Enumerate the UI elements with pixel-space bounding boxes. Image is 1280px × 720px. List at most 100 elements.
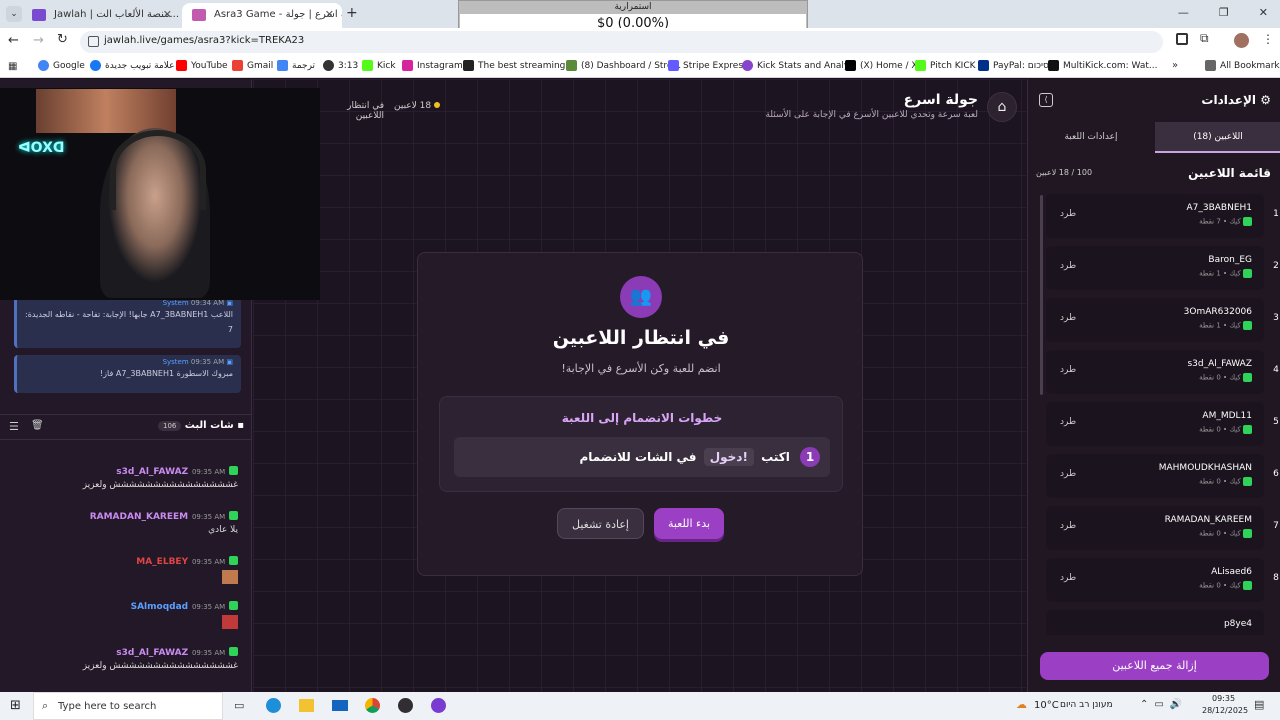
stripe-icon — [668, 60, 679, 71]
tab-label: Asra3 Game - جولة اسرع | جولة — [214, 9, 342, 20]
streaming-icon — [463, 60, 474, 71]
restart-button[interactable]: إعادة تشغيل — [557, 508, 644, 539]
chat-message: RAMADAN_KAREEM 09:35 AM يلا عادي — [89, 511, 238, 535]
new-tab-button[interactable]: + — [346, 5, 358, 21]
all-bookmarks[interactable]: All Bookmarks — [1205, 60, 1280, 71]
bookmark-streaming[interactable]: The best streaming... — [463, 60, 574, 71]
collapse-panel-icon[interactable]: ⟨ — [1039, 93, 1053, 107]
weather-text: מעונן רב היום — [1060, 700, 1113, 710]
chrome-icon[interactable] — [365, 698, 380, 713]
kick-player-button[interactable]: طرد — [1060, 521, 1076, 531]
tab-jawlah[interactable]: Jawlah | منصة الألعاب الت... ✕ — [22, 3, 180, 28]
page-subtitle: لعبة سرعة وتحدي للاعبين الأسرع في الإجاب… — [765, 110, 978, 120]
kick-player-button[interactable]: طرد — [1060, 365, 1076, 375]
mail-icon[interactable] — [332, 700, 348, 711]
player-name: RAMADAN_KAREEM — [1164, 515, 1252, 525]
tray-icons[interactable]: ⌃▭🔊 — [1140, 699, 1188, 710]
forward-icon[interactable]: → — [33, 33, 44, 48]
player-row: 8 ALisaed6 كيك • 0 نقطة طرد — [1046, 558, 1279, 602]
clock-date: 28/12/2025 — [1202, 706, 1249, 715]
bookmark-multikick[interactable]: MultiKick.com: Wat... — [1048, 60, 1158, 71]
bookmark-kick[interactable]: Kick — [362, 60, 396, 71]
dashboard-icon — [566, 60, 577, 71]
task-view-icon[interactable]: ▭ — [234, 699, 244, 712]
kick-player-button[interactable]: طرد — [1060, 261, 1076, 271]
bookmark-dashboard[interactable]: (8) Dashboard / Stre... — [566, 60, 681, 71]
players-list: 1 A7_3BABNEH1 كيك • 7 نقطة طرد 2 Baron_E… — [1028, 193, 1280, 635]
bookmark-google[interactable]: Google — [38, 60, 85, 71]
player-name: MAHMOUDKHASHAN — [1158, 463, 1252, 473]
extension-icon[interactable] — [1176, 33, 1188, 45]
site-info-icon[interactable] — [88, 36, 99, 47]
youtube-icon — [176, 60, 187, 71]
player-count: 18 لاعبين — [390, 101, 440, 111]
system-message: ▣ System 09:34 AM اللاعب A7_3BABNEH1 جاب… — [14, 296, 241, 348]
bookmark-gmail[interactable]: Gmail — [232, 60, 273, 71]
explorer-icon[interactable] — [299, 699, 314, 712]
close-window-icon[interactable]: ✕ — [1259, 6, 1268, 19]
bookmark-paypal[interactable]: PayPal: סיכום — [978, 60, 1049, 71]
waiting-subtitle: انضم للعبة وكن الأسرع في الإجابة! — [561, 362, 721, 375]
home-button[interactable]: ⌂ — [987, 92, 1017, 122]
player-rank: 6 — [1273, 469, 1279, 479]
kick-player-button[interactable]: طرد — [1060, 209, 1076, 219]
player-row: 6 MAHMOUDKHASHAN كيك • 0 نقطة طرد — [1046, 454, 1279, 498]
back-icon[interactable]: ← — [8, 33, 19, 48]
profile-avatar[interactable] — [1234, 33, 1249, 48]
restore-icon[interactable]: ❐ — [1219, 6, 1229, 19]
minimize-icon[interactable]: — — [1178, 6, 1189, 19]
windows-start-icon[interactable]: ⊞ — [10, 698, 21, 713]
reload-icon[interactable]: ↻ — [57, 32, 68, 47]
bookmark-stripe[interactable]: Stripe Express — [668, 60, 748, 71]
waiting-title: في انتظار اللاعبين — [552, 327, 730, 349]
remove-all-players-button[interactable]: إزالة جميع اللاعبين — [1040, 652, 1269, 680]
system-message: ▣ System 09:35 AM مبروك الاسطورة A7_3BAB… — [14, 355, 241, 393]
kick-player-button[interactable]: طرد — [1060, 417, 1076, 427]
google-icon — [38, 60, 49, 71]
more-bookmarks-icon[interactable]: » — [1172, 60, 1178, 71]
start-game-button[interactable]: بدء اللعبة — [654, 508, 724, 539]
player-name: 3OmAR632006 — [1183, 307, 1252, 317]
bookmark-instagram[interactable]: Instagram — [402, 60, 463, 71]
edge-icon[interactable] — [266, 698, 281, 713]
kick-icon — [1243, 321, 1252, 330]
player-meta: كيك • 0 نقطة — [1199, 529, 1252, 538]
kick-player-button[interactable]: طرد — [1060, 469, 1076, 479]
url-text[interactable]: jawlah.live/games/asra3?kick=TREKA23 — [104, 35, 304, 46]
player-row: 7 RAMADAN_KAREEM كيك • 0 نقطة طرد — [1046, 506, 1279, 550]
menu-icon[interactable]: ☰ — [9, 420, 19, 433]
bookmark-kickstats[interactable]: Kick Stats and Analy... — [742, 60, 857, 71]
tab-players[interactable]: اللاعبين (18) — [1155, 122, 1280, 153]
close-tab-icon[interactable]: ✕ — [325, 8, 334, 21]
taskbar-search[interactable]: ⌕ Type here to search — [33, 692, 223, 720]
chat-message: s3d_Al_FAWAZ 09:35 AM غششششششششششششششش و… — [82, 466, 238, 490]
kick-icon — [1243, 529, 1252, 538]
clock-icon — [323, 60, 334, 71]
kick-player-button[interactable]: طرد — [1060, 573, 1076, 583]
bookmark-x[interactable]: (X) Home / X — [845, 60, 918, 71]
close-tab-icon[interactable]: ✕ — [163, 8, 172, 21]
bookmark-313[interactable]: 3:13 — [323, 60, 358, 71]
puzzle-icon[interactable]: ⧉ — [1200, 31, 1209, 46]
bookmark-translate[interactable]: ترجمة — [277, 60, 315, 71]
tab-game-settings[interactable]: إعدادات اللعبة — [1028, 122, 1154, 153]
address-bar[interactable]: jawlah.live/games/asra3?kick=TREKA23 — [80, 31, 1163, 53]
tab-menu-icon[interactable]: ⌄ — [6, 6, 22, 22]
tab-asra3[interactable]: Asra3 Game - جولة اسرع | جولة ✕ — [182, 3, 342, 28]
trash-icon[interactable]: 🗑 — [31, 420, 44, 431]
bookmark-youtube[interactable]: YouTube — [176, 60, 228, 71]
notification-icon[interactable]: ▤ — [1254, 698, 1264, 711]
join-steps-box: خطوات الانضمام إلى اللعبة 1 اكتب !دخول ف… — [439, 396, 843, 492]
weather-temp: 10°C — [1034, 700, 1059, 711]
player-meta: كيك • 1 نقطة — [1199, 321, 1252, 330]
apps-grid-icon[interactable]: ▦ — [8, 61, 17, 72]
bookmark-pitchkick[interactable]: Pitch KICK — [915, 60, 976, 71]
kick-player-button[interactable]: طرد — [1060, 313, 1076, 323]
jawlah-favicon-icon — [192, 9, 206, 21]
app-icon[interactable] — [431, 698, 446, 713]
paypal-icon — [978, 60, 989, 71]
menu-dots-icon[interactable]: ⋮ — [1262, 32, 1274, 46]
settings-panel: ⟨ ⚙ الإعدادات اللاعبين (18) إعدادات اللع… — [1027, 79, 1280, 692]
obs-icon[interactable] — [398, 698, 413, 713]
bookmark-newtab[interactable]: علامة تبويب جديدة — [90, 60, 175, 71]
